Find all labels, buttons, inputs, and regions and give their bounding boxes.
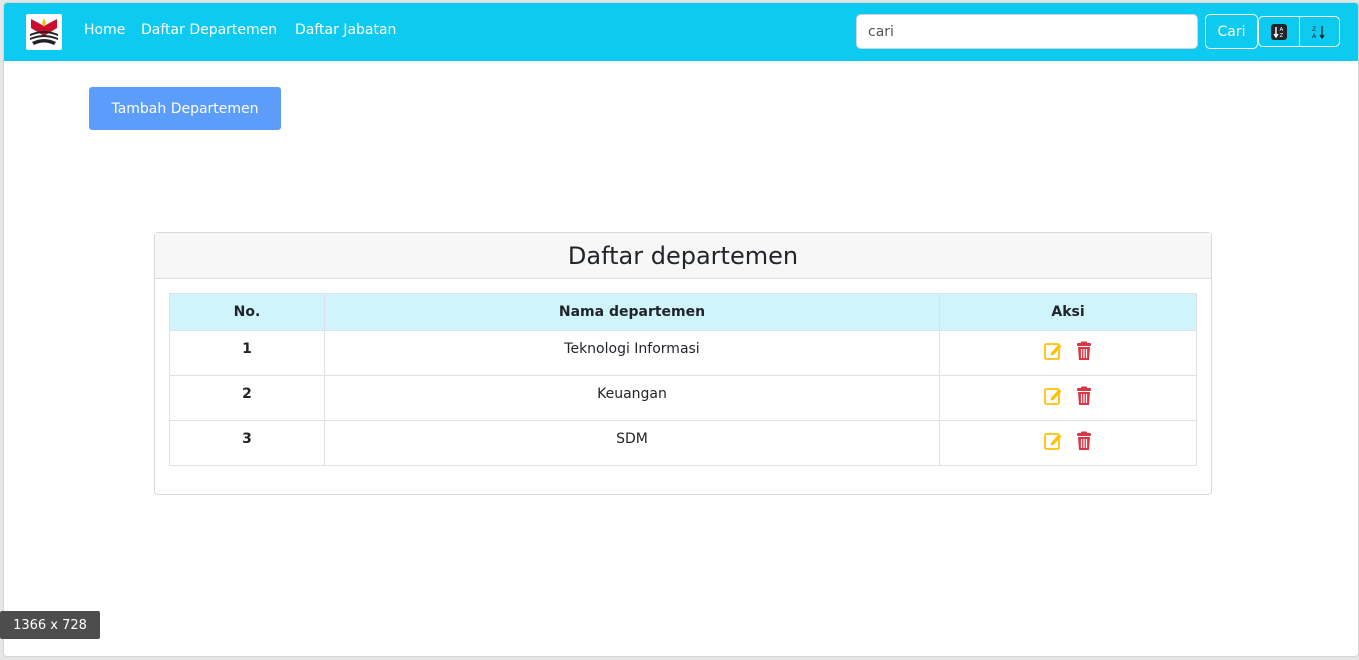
sort-alpha-up-icon: Z A [1312,25,1325,40]
svg-text:A: A [1312,33,1317,40]
table-row: 3 SDM [169,420,1197,466]
svg-text:Z: Z [1279,33,1283,39]
sort-button-group: A Z Z A [1258,16,1340,47]
search-button[interactable]: Cari [1205,14,1258,49]
department-name: SDM [324,420,940,466]
row-number: 3 [169,420,325,466]
table-row: 2 Keuangan [169,375,1197,421]
department-card: Daftar departemen No. Nama departemen Ak… [154,232,1212,495]
viewport-size-badge: 1366 x 728 [0,611,100,639]
row-actions [939,330,1197,376]
svg-text:Z: Z [1312,26,1316,33]
sort-ascending-button[interactable]: A Z [1259,17,1299,46]
nav-link-home[interactable]: Home [84,22,125,38]
edit-icon[interactable] [1043,431,1063,455]
add-department-button[interactable]: Tambah Departemen [89,87,281,130]
column-header-name: Nama departemen [324,293,940,331]
browser-viewport: Home Daftar Departemen Daftar Jabatan Ca… [3,2,1359,657]
column-header-actions: Aksi [939,293,1197,331]
edit-icon[interactable] [1043,341,1063,365]
table-header-row: No. Nama departemen Aksi [169,293,1197,331]
edit-icon[interactable] [1043,386,1063,410]
navbar: Home Daftar Departemen Daftar Jabatan Ca… [4,3,1358,61]
card-title: Daftar departemen [155,233,1211,279]
department-table: No. Nama departemen Aksi 1 Teknologi Inf… [169,293,1197,466]
table-row: 1 Teknologi Informasi [169,330,1197,376]
row-actions [939,420,1197,466]
logo-icon [30,18,58,45]
sort-descending-button[interactable]: Z A [1298,17,1340,46]
department-name: Teknologi Informasi [324,330,940,376]
row-number: 1 [169,330,325,376]
row-actions [939,375,1197,421]
logo[interactable] [26,14,62,50]
trash-icon[interactable] [1075,341,1093,365]
trash-icon[interactable] [1075,431,1093,455]
column-header-no: No. [169,293,325,331]
search-input[interactable] [856,14,1198,49]
nav-link-daftar-departemen[interactable]: Daftar Departemen [141,22,277,38]
department-name: Keuangan [324,375,940,421]
trash-icon[interactable] [1075,386,1093,410]
sort-alpha-down-icon: A Z [1270,23,1287,40]
nav-link-daftar-jabatan[interactable]: Daftar Jabatan [295,22,396,38]
row-number: 2 [169,375,325,421]
